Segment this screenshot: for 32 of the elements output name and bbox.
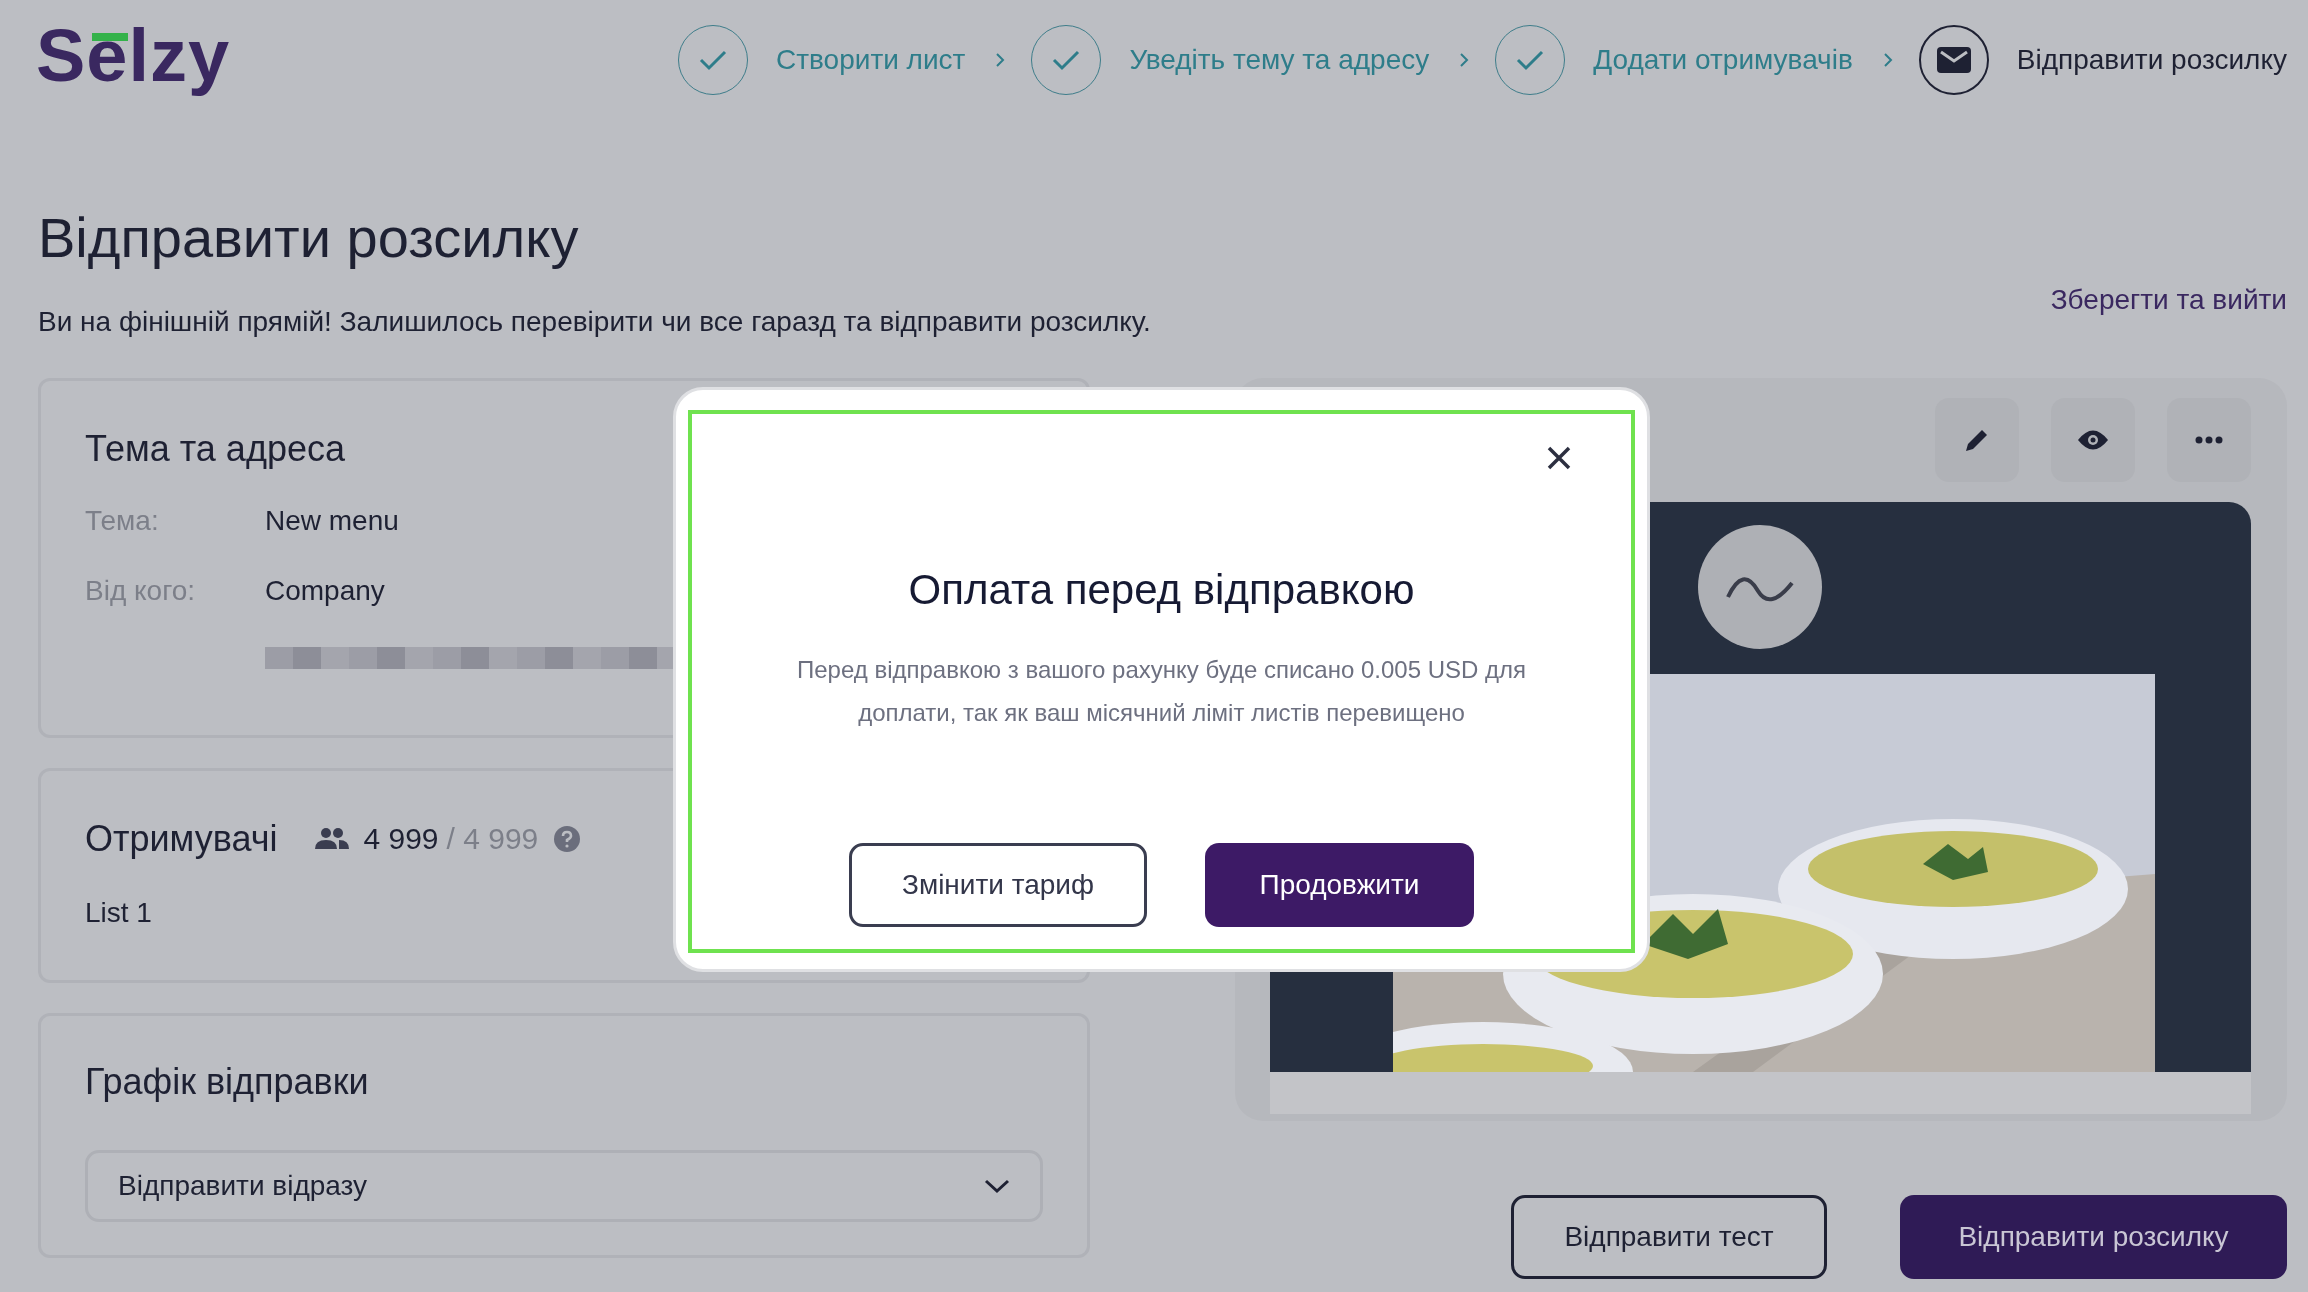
logo-placeholder-icon bbox=[1698, 525, 1822, 649]
people-icon bbox=[315, 827, 350, 851]
change-plan-button[interactable]: Змінити тариф bbox=[849, 843, 1147, 927]
chevron-icon bbox=[1459, 52, 1470, 68]
card-title: Графік відправки bbox=[85, 1064, 370, 1100]
card-title: Отримувачі bbox=[85, 821, 278, 857]
preview-button[interactable] bbox=[2051, 398, 2135, 482]
dialog-message: Перед відправкою з вашого рахунку буде списано 0.005 USD для доплати, так як ваш місячний ліміт листів перевищено bbox=[796, 655, 1527, 728]
field-value: Company bbox=[265, 575, 385, 607]
chevron-icon bbox=[995, 52, 1006, 68]
step-label[interactable]: Відправити розсилку bbox=[2016, 44, 2287, 76]
edit-button[interactable] bbox=[1935, 398, 2019, 482]
chevron-down-icon bbox=[984, 1178, 1010, 1194]
help-icon[interactable] bbox=[554, 826, 581, 852]
page-subtitle: Ви на фінішній прямій! Залишилось перевірити чи все гаразд та відправити розсилку. bbox=[38, 306, 1151, 338]
field-label: Від кого: bbox=[85, 575, 197, 607]
continue-button[interactable]: Продовжити bbox=[1205, 843, 1474, 927]
field-value: New menu bbox=[265, 505, 399, 537]
list-name: List 1 bbox=[85, 897, 153, 929]
recipient-count: 4 999 bbox=[363, 822, 439, 856]
schedule-dropdown[interactable]: Відправити відразу bbox=[85, 1150, 1043, 1222]
more-icon bbox=[2195, 436, 2223, 444]
card-title: Тема та адреса bbox=[85, 431, 346, 467]
dialog-title: Оплата перед відправкою bbox=[908, 566, 1415, 614]
eye-icon bbox=[2077, 429, 2109, 451]
chevron-icon bbox=[1882, 52, 1893, 68]
recipient-limit: / 4 999 bbox=[446, 822, 539, 856]
close-icon[interactable] bbox=[1547, 446, 1571, 470]
send-test-button[interactable]: Відправити тест bbox=[1511, 1195, 1827, 1279]
save-and-exit-link[interactable]: Зберегти та вийти bbox=[2050, 284, 2287, 316]
send-button[interactable]: Відправити розсилку bbox=[1900, 1195, 2287, 1279]
field-label: Тема: bbox=[85, 505, 160, 537]
